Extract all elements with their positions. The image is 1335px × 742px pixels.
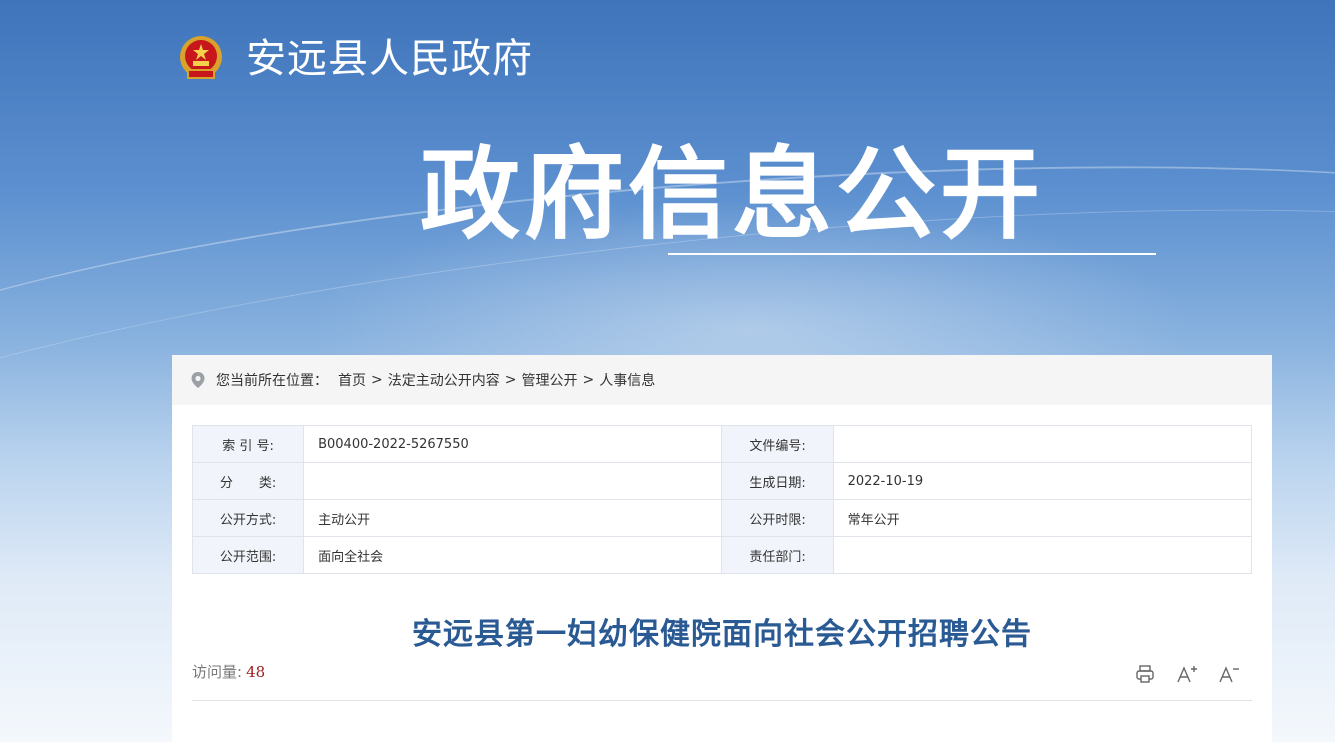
meta-value: 主动公开 xyxy=(303,499,723,537)
meta-value: 面向全社会 xyxy=(303,536,723,574)
content-panel: 您当前所在位置： 首页 > 法定主动公开内容 > 管理公开 > 人事信息 索 引… xyxy=(172,355,1272,742)
print-icon xyxy=(1136,665,1154,683)
font-increase-icon xyxy=(1177,666,1197,683)
font-decrease-icon xyxy=(1219,666,1239,683)
meta-value: 2022-10-19 xyxy=(832,462,1253,500)
meta-key: 文件编号: xyxy=(721,425,834,463)
breadcrumb-statutory-disclosure[interactable]: 法定主动公开内容 xyxy=(388,370,500,390)
meta-value xyxy=(832,536,1253,574)
divider xyxy=(192,700,1252,701)
article-title: 安远县第一妇幼保健院面向社会公开招聘公告 xyxy=(412,617,1032,652)
meta-key: 公开范围: xyxy=(191,536,305,574)
banner-underline xyxy=(668,253,1156,255)
location-pin-icon xyxy=(191,372,205,388)
meta-value: 常年公开 xyxy=(832,499,1253,537)
meta-key: 责任部门: xyxy=(721,536,834,574)
meta-key: 分 类: xyxy=(191,462,305,500)
meta-key: 生成日期: xyxy=(721,462,834,500)
table-row: 公开范围: 面向全社会 责任部门: xyxy=(191,536,1253,574)
breadcrumb-separator: > xyxy=(371,372,383,388)
emblem-icon xyxy=(176,34,226,84)
meta-key: 索 引 号: xyxy=(191,425,305,463)
visit-counter: 访问量: 48 xyxy=(192,661,265,682)
meta-value xyxy=(832,425,1253,463)
breadcrumb-management-disclosure[interactable]: 管理公开 xyxy=(521,370,577,390)
document-meta-table: 索 引 号: B00400-2022-5267550 文件编号: 分 类: 生成… xyxy=(191,425,1253,574)
table-row: 公开方式: 主动公开 公开时限: 常年公开 xyxy=(191,499,1253,537)
table-row: 索 引 号: B00400-2022-5267550 文件编号: xyxy=(191,425,1253,463)
meta-key: 公开时限: xyxy=(721,499,834,537)
meta-value xyxy=(303,462,723,500)
breadcrumb-separator: > xyxy=(504,372,517,388)
font-increase-button[interactable] xyxy=(1174,661,1200,687)
print-button[interactable] xyxy=(1132,661,1158,687)
meta-value: B00400-2022-5267550 xyxy=(303,425,723,463)
breadcrumb: 您当前所在位置： 首页 > 法定主动公开内容 > 管理公开 > 人事信息 xyxy=(172,355,1272,405)
banner-title: 政府信息公开 xyxy=(420,136,1044,253)
article-toolbar xyxy=(1116,661,1242,687)
breadcrumb-home[interactable]: 首页 xyxy=(338,370,366,390)
site-name: 安远县人民政府 xyxy=(246,36,533,82)
site-brand[interactable]: 安远县人民政府 xyxy=(176,30,533,88)
breadcrumb-personnel-info[interactable]: 人事信息 xyxy=(599,370,655,390)
breadcrumb-prefix: 您当前所在位置： xyxy=(216,373,328,389)
visits-count: 48 xyxy=(246,663,266,681)
font-decrease-button[interactable] xyxy=(1216,661,1242,687)
visits-label: 访问量: xyxy=(192,663,243,681)
table-row: 分 类: 生成日期: 2022-10-19 xyxy=(191,462,1253,500)
breadcrumb-separator: > xyxy=(582,372,595,388)
meta-key: 公开方式: xyxy=(191,499,305,537)
